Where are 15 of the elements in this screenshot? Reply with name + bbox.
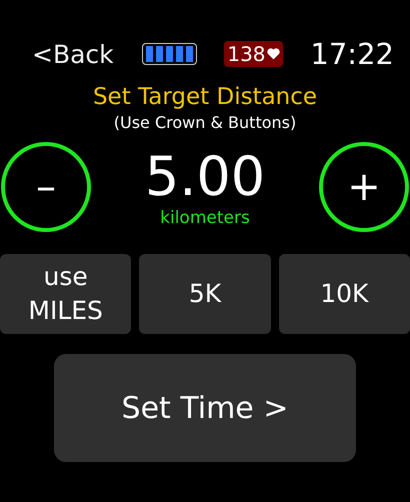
preset-button[interactable]: 10K	[278, 254, 410, 334]
set-time-button[interactable]: Set Time >	[54, 354, 356, 462]
increment-button[interactable]: +	[318, 142, 409, 232]
battery-icon	[142, 43, 196, 65]
back-link[interactable]: <Back	[32, 40, 114, 68]
instruction-text: (Use Crown & Buttons)	[112, 113, 298, 132]
distance-value: 5.00	[144, 146, 266, 208]
preset-button[interactable]: 5K	[139, 254, 271, 334]
preset-button[interactable]: use MILES	[0, 254, 132, 334]
screen-title: Set Target Distance	[92, 84, 318, 110]
unit-label: kilometers	[160, 208, 250, 228]
clock-time: 17:22	[310, 37, 394, 71]
heart-icon	[266, 48, 280, 60]
decrement-button[interactable]: –	[1, 142, 91, 232]
heart-rate-badge: 138	[224, 41, 283, 67]
